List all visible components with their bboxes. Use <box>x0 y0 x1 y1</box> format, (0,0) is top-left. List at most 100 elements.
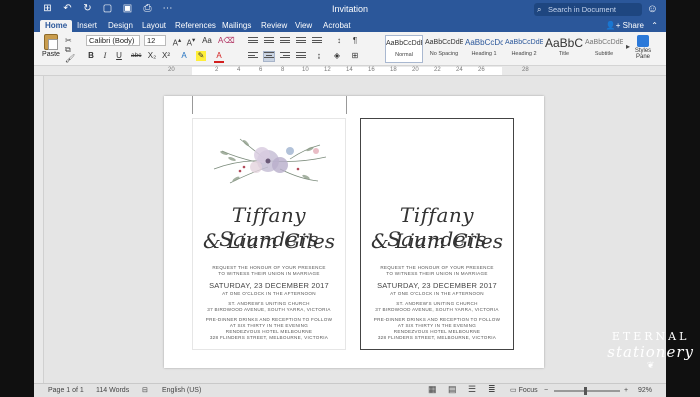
search-input[interactable]: ⌕ Search in Document <box>534 3 642 16</box>
style-name: Title <box>558 51 570 57</box>
tab-mailings[interactable]: Mailings <box>217 20 256 32</box>
page-count[interactable]: Page 1 of 1 <box>48 387 84 395</box>
style-sample: AaBbCcDdEe <box>386 40 422 47</box>
brand-line-1: ETERNAL <box>611 330 690 343</box>
reception-line-3: Rendezvous Hotel Melbourne <box>393 329 481 334</box>
zoom-slider-knob[interactable] <box>584 387 587 395</box>
show-formatting-icon[interactable]: ¶ <box>350 36 360 46</box>
styles-pane-icon <box>637 35 649 47</box>
print-layout-icon[interactable]: ▦ <box>428 385 437 394</box>
draft-view-icon[interactable]: ≣ <box>488 385 496 394</box>
style-sample: AaBbCcDc <box>465 38 503 47</box>
highlight-icon[interactable]: ✎ <box>196 51 206 61</box>
wedding-date: SATURDAY, 23 DECEMBER 2017 <box>377 281 497 290</box>
feedback-smiley-icon[interactable]: ☺ <box>647 3 658 15</box>
document-canvas[interactable]: Tiffany Saunders & Liam Giles Request th… <box>44 76 666 383</box>
ribbon-tabs: Home Insert Design Layout References Mai… <box>34 19 666 32</box>
ruler-number: 8 <box>281 67 285 73</box>
shrink-font-icon[interactable]: A▾ <box>186 36 196 49</box>
underline-icon[interactable]: U <box>114 51 124 61</box>
styles-pane-button[interactable]: Styles Pane <box>630 35 656 60</box>
font-size-select[interactable]: 12 <box>144 35 166 46</box>
superscript-icon[interactable]: X² <box>161 51 171 61</box>
document-page[interactable]: Tiffany Saunders & Liam Giles Request th… <box>164 96 544 368</box>
reception-line-1: Pre-dinner drinks and reception to follo… <box>205 317 333 322</box>
focus-button[interactable]: ▭ Focus <box>510 387 538 395</box>
tab-acrobat[interactable]: Acrobat <box>318 20 356 32</box>
request-line-1: Request the honour of your presence <box>212 265 326 270</box>
numbering-icon[interactable] <box>264 37 274 46</box>
tab-review[interactable]: Review <box>256 20 292 32</box>
wedding-time: At one o'clock in the afternoon <box>390 291 484 296</box>
styles-pane-label: Styles Pane <box>634 48 652 60</box>
tab-home[interactable]: Home <box>40 20 73 32</box>
bold-icon[interactable]: B <box>86 51 96 61</box>
font-color-icon[interactable]: A <box>214 51 224 63</box>
wedding-date: SATURDAY, 23 DECEMBER 2017 <box>209 281 329 290</box>
zoom-level[interactable]: 92% <box>638 387 652 395</box>
word-count[interactable]: 114 Words <box>96 387 129 395</box>
increase-indent-icon[interactable] <box>312 37 322 46</box>
tab-references[interactable]: References <box>170 20 221 32</box>
style-heading-2[interactable]: AaBbCcDdEe Heading 2 <box>505 35 543 63</box>
share-button[interactable]: 👤+ Share <box>606 20 644 32</box>
reception-line-4: 328 Flinders Street, Melbourne, Victoria <box>209 335 329 340</box>
decrease-indent-icon[interactable] <box>296 37 306 46</box>
web-layout-icon[interactable]: ▤ <box>448 385 457 394</box>
style-heading-1[interactable]: AaBbCcDc Heading 1 <box>465 35 503 63</box>
subscript-icon[interactable]: X₂ <box>147 51 157 61</box>
justify-icon[interactable] <box>296 52 306 61</box>
font-name-select[interactable]: Calibri (Body) <box>86 35 140 46</box>
invitation-card-floral[interactable]: Tiffany Saunders & Liam Giles Request th… <box>192 118 346 350</box>
invitation-card-plain[interactable]: Tiffany Saunders & Liam Giles Request th… <box>360 118 514 350</box>
tab-view[interactable]: View <box>290 20 317 32</box>
style-sample: AaBbCcDdEe <box>585 39 623 46</box>
clear-formatting-icon[interactable]: A⌫ <box>218 36 235 46</box>
borders-icon[interactable]: ⊞ <box>350 51 360 61</box>
ruler-number: 18 <box>390 67 397 73</box>
align-center-icon[interactable] <box>263 51 275 62</box>
align-right-icon[interactable] <box>280 52 290 61</box>
style-sample: AaBbC <box>545 36 583 50</box>
cut-icon[interactable]: ✂ <box>65 36 72 45</box>
text-effects-icon[interactable]: A <box>179 51 189 61</box>
style-normal[interactable]: AaBbCcDdEe Normal <box>385 35 423 63</box>
reception-line-1: Pre-dinner drinks and reception to follo… <box>373 317 501 322</box>
italic-icon[interactable]: I <box>100 51 110 61</box>
reception-line-4: 328 Flinders Street, Melbourne, Victoria <box>377 335 497 340</box>
ruler-number: 12 <box>324 67 331 73</box>
format-painter-icon[interactable]: 🖌 <box>65 54 75 63</box>
style-sample: AaBbCcDdEe <box>425 39 463 46</box>
proofing-icon[interactable]: ⊟ <box>142 387 148 395</box>
line-spacing-icon[interactable]: ↨ <box>314 51 324 61</box>
shading-icon[interactable]: ◈ <box>332 51 342 61</box>
tab-layout[interactable]: Layout <box>137 20 171 32</box>
change-case-icon[interactable]: Aa <box>202 36 212 46</box>
share-label: Share <box>622 21 644 30</box>
style-subtitle[interactable]: AaBbCcDdEe Subtitle <box>585 35 623 63</box>
horizontal-ruler[interactable]: 20 2 4 6 8 10 12 14 16 18 20 22 24 26 28 <box>34 66 666 76</box>
ruler-number: 4 <box>237 67 241 73</box>
sort-icon[interactable]: ↕ <box>334 36 344 46</box>
paste-button[interactable]: Paste <box>40 34 62 58</box>
style-title[interactable]: AaBbC Title <box>545 35 583 63</box>
zoom-in-icon[interactable]: + <box>624 387 628 395</box>
collapse-ribbon-icon[interactable]: ⌃ <box>651 20 658 32</box>
language-label[interactable]: English (US) <box>162 387 201 395</box>
ruler-number: 6 <box>259 67 263 73</box>
strikethrough-icon[interactable]: abc <box>131 51 141 61</box>
tab-insert[interactable]: Insert <box>72 20 102 32</box>
search-placeholder: Search in Document <box>548 5 616 14</box>
floral-illustration <box>213 138 327 184</box>
grow-font-icon[interactable]: A▴ <box>172 36 182 49</box>
zoom-out-icon[interactable]: − <box>544 387 548 395</box>
style-no-spacing[interactable]: AaBbCcDdEe No Spacing <box>425 35 463 63</box>
vertical-ruler[interactable] <box>34 76 44 383</box>
tab-design[interactable]: Design <box>103 20 138 32</box>
zoom-slider[interactable] <box>554 387 620 395</box>
align-left-icon[interactable] <box>248 52 258 61</box>
multilevel-list-icon[interactable] <box>280 37 290 46</box>
bullets-icon[interactable] <box>248 37 258 46</box>
ruler-number: 2 <box>215 67 219 73</box>
outline-view-icon[interactable]: ☰ <box>468 385 476 394</box>
